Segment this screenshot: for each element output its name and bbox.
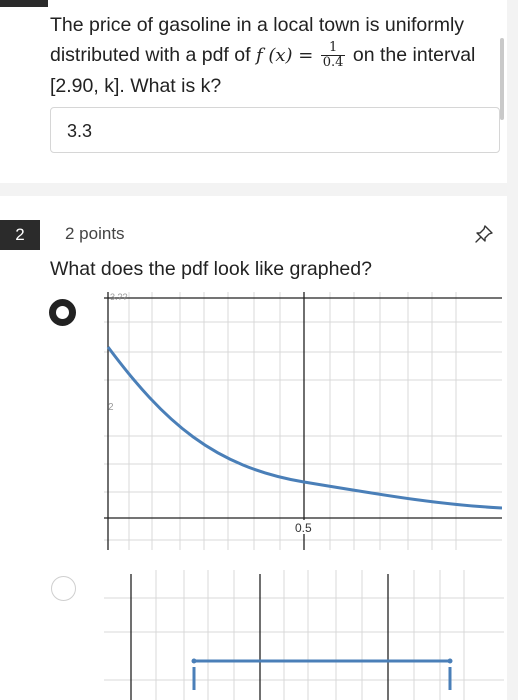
axes <box>104 292 502 550</box>
question-number-badge: 2 <box>0 220 40 250</box>
endpoint-left <box>191 658 197 664</box>
question-1-text: The price of gasoline in a local town is… <box>50 10 500 101</box>
y-top-label: 3.?? <box>110 292 128 302</box>
function-label: f (x) = <box>255 45 314 66</box>
grid <box>104 570 504 700</box>
graph-option-1: 3.?? 2 0.5 <box>104 292 502 550</box>
option-1-radio[interactable] <box>49 299 76 326</box>
axes <box>130 574 389 700</box>
option-2-radio[interactable] <box>51 576 76 601</box>
scrollbar[interactable] <box>500 38 504 120</box>
fraction-denominator: 0.4 <box>322 55 344 71</box>
uniform-pdf-line <box>192 659 452 690</box>
endpoint-right <box>447 658 453 664</box>
fraction: 1 0.4 <box>320 41 346 71</box>
fraction-numerator: 1 <box>320 41 346 57</box>
graph-option-2 <box>104 570 504 700</box>
points-label: 2 points <box>65 224 125 243</box>
question-1-card: The price of gasoline in a local town is… <box>0 0 507 183</box>
question-2-prompt: What does the pdf look like graphed? <box>50 258 372 280</box>
grid <box>104 292 502 550</box>
pin-icon[interactable] <box>474 224 494 244</box>
y-mid-label: 2 <box>108 402 114 413</box>
pdf-curve <box>106 346 502 510</box>
x-label: 0.5 <box>295 521 312 535</box>
question-number-badge <box>0 0 48 7</box>
answer-input[interactable]: 3.3 <box>50 107 500 153</box>
